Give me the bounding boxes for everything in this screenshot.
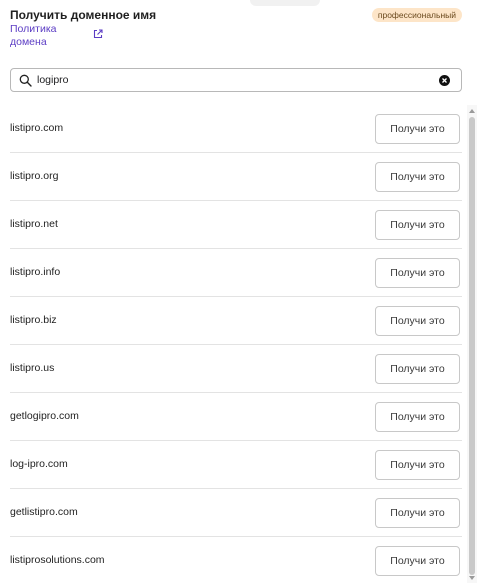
top-edge-shade [250, 0, 320, 6]
domain-policy-link[interactable]: Политика домена [10, 23, 72, 49]
clear-icon[interactable] [439, 75, 450, 86]
external-link-icon[interactable] [92, 28, 104, 40]
get-domain-button[interactable]: Получи это [375, 114, 460, 144]
domain-name: listipro.com [10, 122, 64, 134]
domain-search-box[interactable] [10, 68, 462, 92]
get-domain-button[interactable]: Получи это [375, 498, 460, 528]
domain-row: listipro.net Получи это [10, 201, 462, 249]
domain-row: listipro.org Получи это [10, 153, 462, 201]
get-domain-button[interactable]: Получи это [375, 402, 460, 432]
scroll-down-arrow-icon[interactable] [469, 575, 475, 581]
domain-name: listiprosolutions.com [10, 554, 105, 566]
page-title: Получить доменное имя [10, 8, 157, 22]
domain-header: Получить доменное имя Политика домена пр… [10, 8, 465, 60]
domain-name: getlistipro.com [10, 506, 78, 518]
domain-row: listipro.us Получи это [10, 345, 462, 393]
scrollbar-thumb[interactable] [469, 117, 475, 575]
get-domain-button[interactable]: Получи это [375, 546, 460, 576]
get-domain-button[interactable]: Получи это [375, 354, 460, 384]
pro-badge: профессиональный [371, 8, 462, 22]
get-domain-button[interactable]: Получи это [375, 210, 460, 240]
domain-results-list: listipro.com Получи это listipro.org Пол… [10, 105, 462, 585]
domain-name: listipro.us [10, 362, 55, 374]
get-domain-button[interactable]: Получи это [375, 162, 460, 192]
domain-row: listipro.com Получи это [10, 105, 462, 153]
domain-row: listipro.info Получи это [10, 249, 462, 297]
domain-name: listipro.org [10, 170, 59, 182]
domain-row: getlistipro.com Получи это [10, 489, 462, 537]
get-domain-button[interactable]: Получи это [375, 306, 460, 336]
domain-name: listipro.info [10, 266, 61, 278]
domain-name: listipro.biz [10, 314, 57, 326]
domain-row: listiprosolutions.com Получи это [10, 537, 462, 585]
domain-name: listipro.net [10, 218, 58, 230]
get-domain-button[interactable]: Получи это [375, 258, 460, 288]
domain-name: getlogipro.com [10, 410, 79, 422]
results-scrollbar[interactable] [467, 105, 477, 583]
search-icon [19, 74, 32, 87]
domain-name: log-ipro.com [10, 458, 68, 470]
get-domain-button[interactable]: Получи это [375, 450, 460, 480]
domain-row: listipro.biz Получи это [10, 297, 462, 345]
scroll-up-arrow-icon[interactable] [469, 108, 475, 114]
domain-search-input[interactable] [37, 72, 417, 88]
domain-row: getlogipro.com Получи это [10, 393, 462, 441]
domain-row: log-ipro.com Получи это [10, 441, 462, 489]
